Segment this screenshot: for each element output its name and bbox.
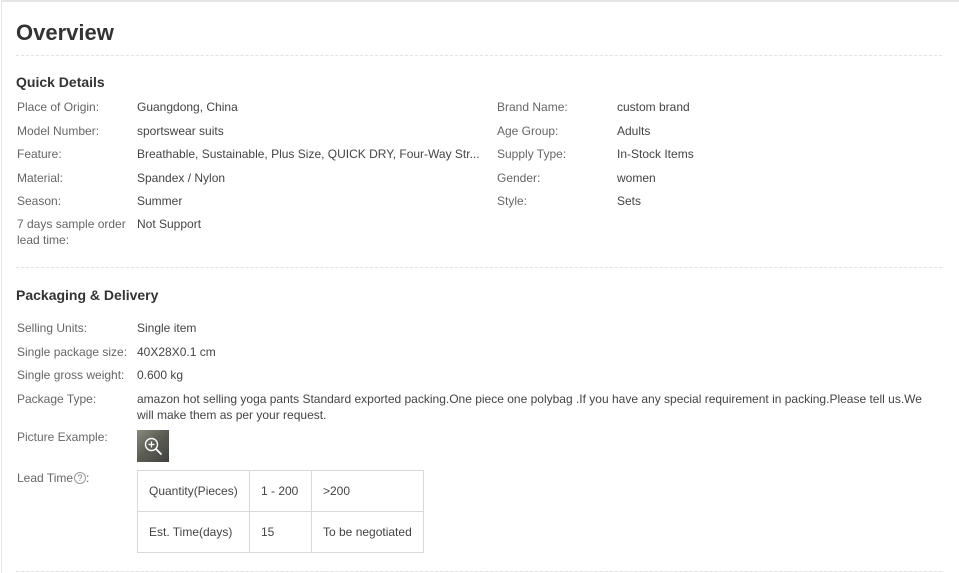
detail-value: women: [617, 171, 656, 185]
detail-label: Gender:: [497, 171, 541, 185]
lead-time-table: Quantity(Pieces) 1 - 200 >200 Est. Time(…: [137, 470, 424, 553]
detail-value: Not Support: [137, 217, 202, 231]
detail-value: Spandex / Nylon: [137, 171, 226, 185]
detail-value: amazon hot selling yoga pants Standard e…: [137, 392, 922, 422]
table-row: Est. Time(days) 15 To be negotiated: [137, 511, 424, 553]
detail-value: Single item: [137, 321, 197, 335]
detail-label: 7 days sample order lead time:: [17, 217, 126, 247]
detail-value: custom brand: [617, 100, 690, 114]
detail-value: In-Stock Items: [617, 147, 694, 161]
lead-time-label: Lead Time?:: [17, 471, 90, 485]
detail-value: sportswear suits: [137, 124, 224, 138]
detail-value: Guangdong, China: [137, 100, 238, 114]
zoom-in-icon: [144, 437, 162, 455]
detail-label: Style:: [497, 194, 528, 208]
detail-label: Model Number:: [17, 124, 100, 138]
detail-value: Adults: [617, 124, 651, 138]
detail-value: Summer: [137, 194, 183, 208]
detail-label: Single package size:: [17, 345, 128, 359]
detail-value: 40X28X0.1 cm: [137, 345, 216, 359]
detail-label: Age Group:: [497, 124, 559, 138]
divider: [16, 267, 942, 268]
page-title: Overview: [16, 20, 114, 45]
table-cell: To be negotiated: [311, 511, 424, 553]
detail-value: Breathable, Sustainable, Plus Size, QUIC…: [137, 147, 480, 161]
detail-label: Selling Units:: [17, 321, 88, 335]
picture-example-label: Picture Example:: [17, 430, 108, 444]
table-row: Quantity(Pieces) 1 - 200 >200: [137, 470, 424, 512]
table-cell: >200: [311, 470, 424, 512]
divider: [16, 571, 942, 572]
table-cell: Quantity(Pieces): [137, 470, 250, 512]
detail-label: Brand Name:: [497, 100, 568, 114]
detail-value: Sets: [617, 194, 642, 208]
quick-details-heading: Quick Details: [16, 74, 105, 90]
detail-label: Feature:: [17, 147, 62, 161]
detail-label: Season:: [17, 194, 62, 208]
detail-label: Material:: [17, 171, 64, 185]
table-cell: Est. Time(days): [137, 511, 250, 553]
help-circle-icon[interactable]: ?: [74, 472, 87, 484]
table-cell: 1 - 200: [249, 470, 312, 512]
lead-time-label-text: Lead Time: [17, 471, 74, 485]
detail-label: Package Type:: [17, 392, 97, 406]
divider: [16, 55, 942, 56]
detail-label: Supply Type:: [497, 147, 567, 161]
detail-label: Single gross weight:: [17, 368, 125, 382]
detail-value: 0.600 kg: [137, 368, 184, 382]
picture-example-thumbnail[interactable]: [137, 430, 169, 462]
packaging-heading: Packaging & Delivery: [16, 287, 159, 303]
table-cell: 15: [249, 511, 312, 553]
detail-label: Place of Origin:: [17, 100, 100, 114]
